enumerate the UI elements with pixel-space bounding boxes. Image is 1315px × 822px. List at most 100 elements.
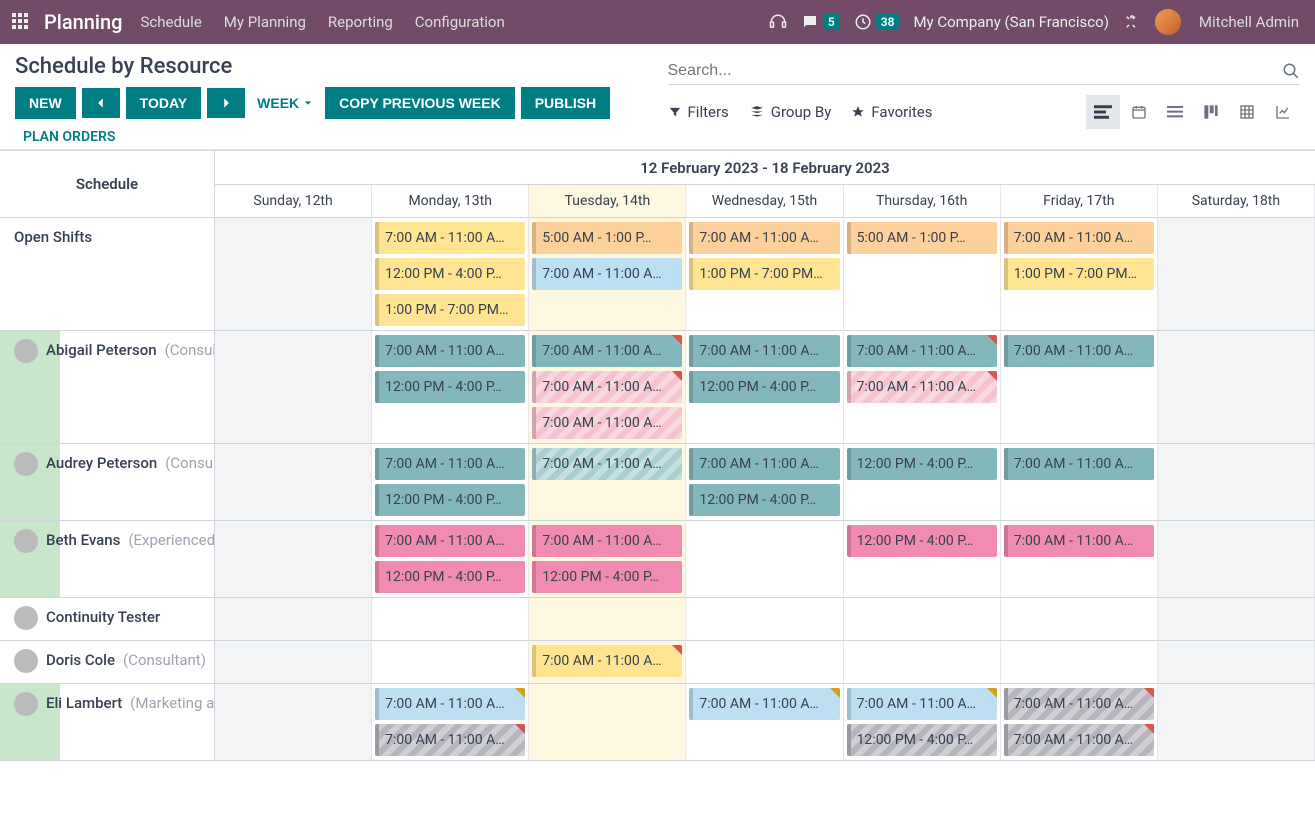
gantt-cell[interactable]: [686, 521, 843, 597]
shift-pill[interactable]: 7:00 AM - 11:00 A…: [847, 371, 997, 403]
gantt-cell[interactable]: [372, 641, 529, 683]
gantt-cell[interactable]: 7:00 AM - 11:00 A… 1:00 PM - 7:00 PM…: [686, 218, 843, 330]
user-name[interactable]: Mitchell Admin: [1195, 13, 1303, 31]
activities-icon[interactable]: 38: [854, 13, 900, 31]
gantt-cell[interactable]: [1158, 684, 1315, 760]
gantt-cell[interactable]: [372, 598, 529, 640]
shift-pill[interactable]: 7:00 AM - 11:00 A…: [375, 448, 525, 480]
gantt-cell[interactable]: [686, 598, 843, 640]
gantt-cell[interactable]: [1001, 641, 1158, 683]
shift-pill[interactable]: 12:00 PM - 4:00 P…: [375, 484, 525, 516]
shift-pill[interactable]: 7:00 AM - 11:00 A…: [375, 222, 525, 254]
shift-pill[interactable]: 7:00 AM - 11:00 A…: [532, 371, 682, 403]
copy-previous-week-button[interactable]: COPY PREVIOUS WEEK: [325, 87, 515, 119]
gantt-cell[interactable]: 7:00 AM - 11:00 A… 7:00 AM - 11:00 A…: [372, 684, 529, 760]
shift-pill[interactable]: 7:00 AM - 11:00 A…: [532, 525, 682, 557]
shift-pill[interactable]: 7:00 AM - 11:00 A…: [689, 335, 839, 367]
shift-pill[interactable]: 1:00 PM - 7:00 PM…: [375, 294, 525, 326]
nav-reporting[interactable]: Reporting: [324, 13, 397, 31]
user-avatar[interactable]: [1155, 9, 1181, 35]
gantt-cell[interactable]: 7:00 AM - 11:00 A…1:00 PM - 7:00 PM…: [1001, 218, 1158, 330]
gantt-cell[interactable]: 7:00 AM - 11:00 A…12:00 PM - 4:00 P…: [686, 444, 843, 520]
shift-pill[interactable]: 7:00 AM - 11:00 A…: [689, 222, 839, 254]
gantt-cell[interactable]: 7:00 AM - 11:00 A… 7:00 AM - 11:00 A… 7:00…: [529, 331, 686, 443]
gantt-view-button[interactable]: [1086, 95, 1120, 129]
gantt-cell[interactable]: [1158, 218, 1315, 330]
resource-label[interactable]: Beth Evans (Experienced: [0, 521, 215, 597]
gantt-cell[interactable]: 12:00 PM - 4:00 P…: [844, 521, 1001, 597]
shift-pill[interactable]: 12:00 PM - 4:00 P…: [375, 561, 525, 593]
gantt-cell[interactable]: 7:00 AM - 11:00 A… 12:00 PM - 4:00 P…: [372, 521, 529, 597]
gantt-cell[interactable]: [215, 444, 372, 520]
gantt-cell[interactable]: [844, 598, 1001, 640]
gantt-cell[interactable]: 5:00 AM - 1:00 P…7:00 AM - 11:00 A…: [529, 218, 686, 330]
shift-pill[interactable]: 7:00 AM - 11:00 A…: [532, 335, 682, 367]
shift-pill[interactable]: 7:00 AM - 11:00 A…: [375, 335, 525, 367]
gantt-cell[interactable]: [215, 218, 372, 330]
gantt-cell[interactable]: [215, 521, 372, 597]
shift-pill[interactable]: 7:00 AM - 11:00 A…: [847, 335, 997, 367]
gantt-cell[interactable]: 7:00 AM - 11:00 A…: [686, 684, 843, 760]
nav-my-planning[interactable]: My Planning: [220, 13, 310, 31]
shift-pill[interactable]: 7:00 AM - 11:00 A…: [532, 407, 682, 439]
shift-pill[interactable]: 7:00 AM - 11:00 A…: [375, 688, 525, 720]
company-switcher[interactable]: My Company (San Francisco): [913, 13, 1108, 31]
resource-label[interactable]: Doris Cole (Consultant): [0, 641, 215, 683]
resource-label[interactable]: Audrey Peterson (Consu: [0, 444, 215, 520]
gantt-cell[interactable]: 12:00 PM - 4:00 P…: [844, 444, 1001, 520]
kanban-view-button[interactable]: [1194, 95, 1228, 129]
shift-pill[interactable]: 7:00 AM - 11:00 A…: [532, 448, 682, 480]
shift-pill[interactable]: 7:00 AM - 11:00 A…: [1004, 688, 1154, 720]
gantt-cell[interactable]: 7:00 AM - 11:00 A… 7:00 AM - 11:00 A…: [1001, 684, 1158, 760]
gantt-cell[interactable]: 7:00 AM - 11:00 A… 12:00 PM - 4:00 P…: [686, 331, 843, 443]
shift-pill[interactable]: 7:00 AM - 11:00 A…: [689, 448, 839, 480]
shift-pill[interactable]: 7:00 AM - 11:00 A…: [1004, 448, 1154, 480]
graph-view-button[interactable]: [1266, 95, 1300, 129]
shift-pill[interactable]: 5:00 AM - 1:00 P…: [847, 222, 997, 254]
gantt-cell[interactable]: 7:00 AM - 11:00 A… 7:00 AM - 11:00 A…: [844, 331, 1001, 443]
shift-pill[interactable]: 12:00 PM - 4:00 P…: [689, 371, 839, 403]
debug-icon[interactable]: [1123, 13, 1141, 31]
gantt-cell[interactable]: [1158, 331, 1315, 443]
gantt-cell[interactable]: 7:00 AM - 11:00 A…12:00 PM - 4:00 P…1:00…: [372, 218, 529, 330]
shift-pill[interactable]: 1:00 PM - 7:00 PM…: [689, 258, 839, 290]
gantt-cell[interactable]: [1158, 444, 1315, 520]
shift-pill[interactable]: 7:00 AM - 11:00 A…: [375, 525, 525, 557]
gantt-cell[interactable]: [1158, 521, 1315, 597]
gantt-cell[interactable]: 7:00 AM - 11:00 A…: [1001, 444, 1158, 520]
shift-pill[interactable]: 7:00 AM - 11:00 A…: [532, 258, 682, 290]
gantt-cell[interactable]: 7:00 AM - 11:00 A…: [529, 641, 686, 683]
publish-button[interactable]: PUBLISH: [521, 87, 610, 119]
shift-pill[interactable]: 7:00 AM - 11:00 A…: [532, 645, 682, 677]
filters-button[interactable]: Filters: [668, 103, 729, 121]
gantt-cell[interactable]: [215, 684, 372, 760]
shift-pill[interactable]: 7:00 AM - 11:00 A…: [689, 688, 839, 720]
shift-pill[interactable]: 7:00 AM - 11:00 A…: [1004, 724, 1154, 756]
gantt-cell[interactable]: 7:00 AM - 11:00 A…: [1001, 331, 1158, 443]
shift-pill[interactable]: 12:00 PM - 4:00 P…: [847, 525, 997, 557]
resource-label[interactable]: Continuity Tester: [0, 598, 215, 640]
shift-pill[interactable]: 7:00 AM - 11:00 A…: [375, 724, 525, 756]
gantt-cell[interactable]: 7:00 AM - 11:00 A…: [529, 444, 686, 520]
shift-pill[interactable]: 12:00 PM - 4:00 P…: [847, 724, 997, 756]
shift-pill[interactable]: 12:00 PM - 4:00 P…: [375, 371, 525, 403]
gantt-cell[interactable]: [686, 641, 843, 683]
shift-pill[interactable]: 7:00 AM - 11:00 A…: [847, 688, 997, 720]
scale-dropdown[interactable]: WEEK: [251, 87, 319, 119]
list-view-button[interactable]: [1158, 95, 1192, 129]
gantt-cell[interactable]: 7:00 AM - 11:00 A…: [1001, 521, 1158, 597]
groupby-button[interactable]: Group By: [749, 103, 832, 121]
shift-pill[interactable]: 7:00 AM - 11:00 A…: [1004, 222, 1154, 254]
gantt-cell[interactable]: [529, 684, 686, 760]
resource-label[interactable]: Eli Lambert (Marketing a: [0, 684, 215, 760]
nav-configuration[interactable]: Configuration: [411, 13, 509, 31]
gantt-cell[interactable]: [844, 641, 1001, 683]
gantt-cell[interactable]: [215, 331, 372, 443]
resource-label[interactable]: Abigail Peterson (Consul: [0, 331, 215, 443]
search-icon[interactable]: [1282, 62, 1300, 80]
gantt-cell[interactable]: 7:00 AM - 11:00 A…12:00 PM - 4:00 P…: [529, 521, 686, 597]
gantt-cell[interactable]: [1158, 641, 1315, 683]
gantt-cell[interactable]: [1001, 598, 1158, 640]
prev-button[interactable]: [82, 88, 120, 118]
gantt-cell[interactable]: [1158, 598, 1315, 640]
